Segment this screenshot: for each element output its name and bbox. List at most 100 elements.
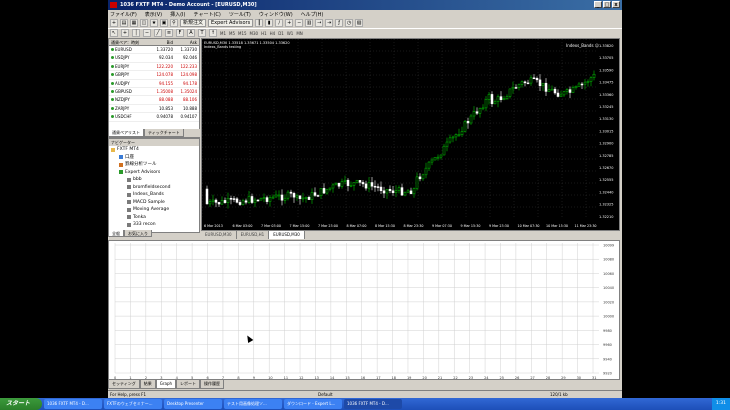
vertical-line-icon[interactable]: │ [132,29,140,37]
time-label: 8 Mar 23:30 [404,224,424,228]
navigator-item[interactable]: 333 recon [109,221,199,229]
tab-tick-chart[interactable]: ティックチャート [144,129,184,137]
crosshair-icon[interactable]: + [121,29,129,37]
timeframe-m15[interactable]: M15 [238,31,247,36]
market-watch-row[interactable]: USDJPY 92.034 92.046 [109,54,199,63]
taskbar-item-4[interactable]: テスト用画像処理ソ... [224,399,282,409]
menu-view[interactable]: 表示(V) [145,11,162,18]
market-watch-rows: EURUSD 1.33720 1.33730 USDJPY 92.034 92.046 EU… [109,46,199,122]
start-button[interactable]: スタート [0,398,42,410]
timeframe-m30[interactable]: M30 [250,31,259,36]
text-icon[interactable]: A [187,29,195,37]
periods-icon[interactable]: ◷ [345,19,354,27]
market-watch-row[interactable]: GBPJPY 124.078 124.098 [109,71,199,80]
column-bid[interactable]: Bid [149,39,175,45]
market-watch-row[interactable]: GBPUSD 1.35008 1.35024 [109,88,199,97]
tab-favorites[interactable]: お気に入り [124,230,152,237]
indicators-icon[interactable]: ƒ [335,19,344,27]
taskbar-item-1[interactable]: 1036 FXTF MT4 - D... [44,399,102,409]
zoom-in-icon[interactable]: + [285,19,294,27]
timeframe-m5[interactable]: M5 [229,31,235,36]
close-button[interactable]: x [612,1,620,8]
navigator-item[interactable]: Tonka [109,214,199,222]
navigator-item[interactable]: Indexs_Bands [109,191,199,199]
timeframe-d1[interactable]: D1 [278,31,284,36]
taskbar-item-5[interactable]: ダウンロード - Expert L... [284,399,342,409]
label-icon[interactable]: T [198,29,206,37]
timeframe-m1[interactable]: M1 [220,31,226,36]
candle-body [511,87,515,90]
tester-icon[interactable]: ⚲ [170,19,178,27]
candle-body [364,183,368,189]
menu-chart[interactable]: チャート(C) [194,11,221,18]
column-ask[interactable]: Ask [175,39,199,45]
navigator-item[interactable]: MACD Sample [109,199,199,207]
timeframe-h4[interactable]: H4 [270,31,276,36]
new-chart-icon[interactable]: + [110,19,118,27]
taskbar-item-2[interactable]: FXTFのウェブセミナー... [104,399,162,409]
menu-window[interactable]: ウィンドウ(W) [259,11,293,18]
market-watch-icon[interactable]: ▦ [130,19,138,27]
tab-common[interactable]: 全般 [108,230,124,237]
market-watch-row[interactable]: ZARJPY 10.853 10.888 [109,105,199,114]
menu-help[interactable]: ヘルプ(H) [301,11,324,18]
autoscroll-icon[interactable]: → [315,19,324,27]
channel-icon[interactable]: ≡ [165,29,173,37]
navigator-item[interactable]: bromfieldsecond [109,184,199,192]
new-order-button[interactable]: 新規注文 [180,19,207,27]
title-bar[interactable]: 1036 FXTF MT4 - Demo Account - [EURUSD,M… [108,0,622,10]
chart-tab-1[interactable]: EURUSD,M30 [201,231,237,239]
chart-tab-3[interactable]: EURUSD,M30 [269,231,305,239]
maximize-button[interactable]: □ [603,1,611,8]
market-watch-row[interactable]: NZDJPY 88.088 88.106 [109,96,199,105]
timeframe-mn[interactable]: MN [296,31,302,36]
zoom-out-icon[interactable]: − [295,19,304,27]
market-watch-row[interactable]: EURJPY 122.220 122.233 [109,63,199,72]
tab-symbols[interactable]: 通貨ペアリスト [108,129,144,137]
column-symbol[interactable]: 通貨ペア：時刻 [109,39,149,45]
menu-insert[interactable]: 挿入(I) [170,11,185,18]
navigator-item[interactable]: Expert Advisors [109,169,199,177]
trendline-icon[interactable]: ╱ [154,29,162,37]
navigator-item[interactable]: 口座 [109,154,199,162]
menu-tools[interactable]: ツール(T) [229,11,251,18]
timeframe-h1[interactable]: H1 [261,31,267,36]
candle-chart-icon[interactable]: ▮ [265,19,274,27]
candle-body [460,131,464,135]
tab-journal[interactable]: 操作履歴 [200,380,225,389]
chart-shift-icon[interactable]: ⇥ [325,19,334,27]
navigator-icon[interactable]: ★ [150,19,158,27]
market-watch-row[interactable]: USDCHF 0.94078 0.94107 [109,113,199,122]
navigator-item[interactable]: FXTF MT4 [109,146,199,154]
horizontal-line-icon[interactable]: ─ [143,29,151,37]
navigator-item[interactable]: 罫線分析ツール [109,161,199,169]
price-chart[interactable]: 1.33820 1.33705 1.33590 1.33475 1.33360 1.332… [201,38,620,231]
timeframe-w1[interactable]: W1 [287,31,294,36]
tab-settings[interactable]: セッティング [108,380,140,389]
taskbar-item-6[interactable]: 1036 FXTF MT4 - D... [344,399,402,409]
tab-report[interactable]: レポート [176,380,201,389]
price-label: 1.33130 [599,117,613,121]
expert-advisors-button[interactable]: Expert Advisors [208,19,254,27]
chart-tab-2[interactable]: EURUSD,H1 [237,231,270,239]
cursor-icon[interactable]: ↖ [110,29,118,37]
tab-results[interactable]: 結果 [139,380,156,389]
line-chart-icon[interactable]: ∕ [275,19,284,27]
navigator-item[interactable]: bbb [109,176,199,184]
profiles-icon[interactable]: ▤ [120,19,128,27]
minimize-button[interactable]: _ [594,1,602,8]
fibonacci-icon[interactable]: F [176,29,184,37]
tile-icon[interactable]: ▥ [305,19,314,27]
market-watch-row[interactable]: EURUSD 1.33720 1.33730 [109,46,199,55]
candle-body [574,86,578,88]
templates-icon[interactable]: ▧ [355,19,364,27]
navigator-item[interactable]: Moving Average [109,206,199,214]
tab-graph[interactable]: Graph [155,380,177,389]
market-watch-row[interactable]: AUDJPY 94.155 94.178 [109,80,199,88]
data-window-icon[interactable]: ◫ [140,19,148,27]
bar-chart-icon[interactable]: ┃ [255,19,264,27]
arrows-icon[interactable]: ↑ [209,29,217,37]
terminal-icon[interactable]: ▣ [160,19,168,27]
taskbar-item-3[interactable]: Desktop Presenter [164,399,222,409]
menu-file[interactable]: ファイル(F) [110,11,137,18]
